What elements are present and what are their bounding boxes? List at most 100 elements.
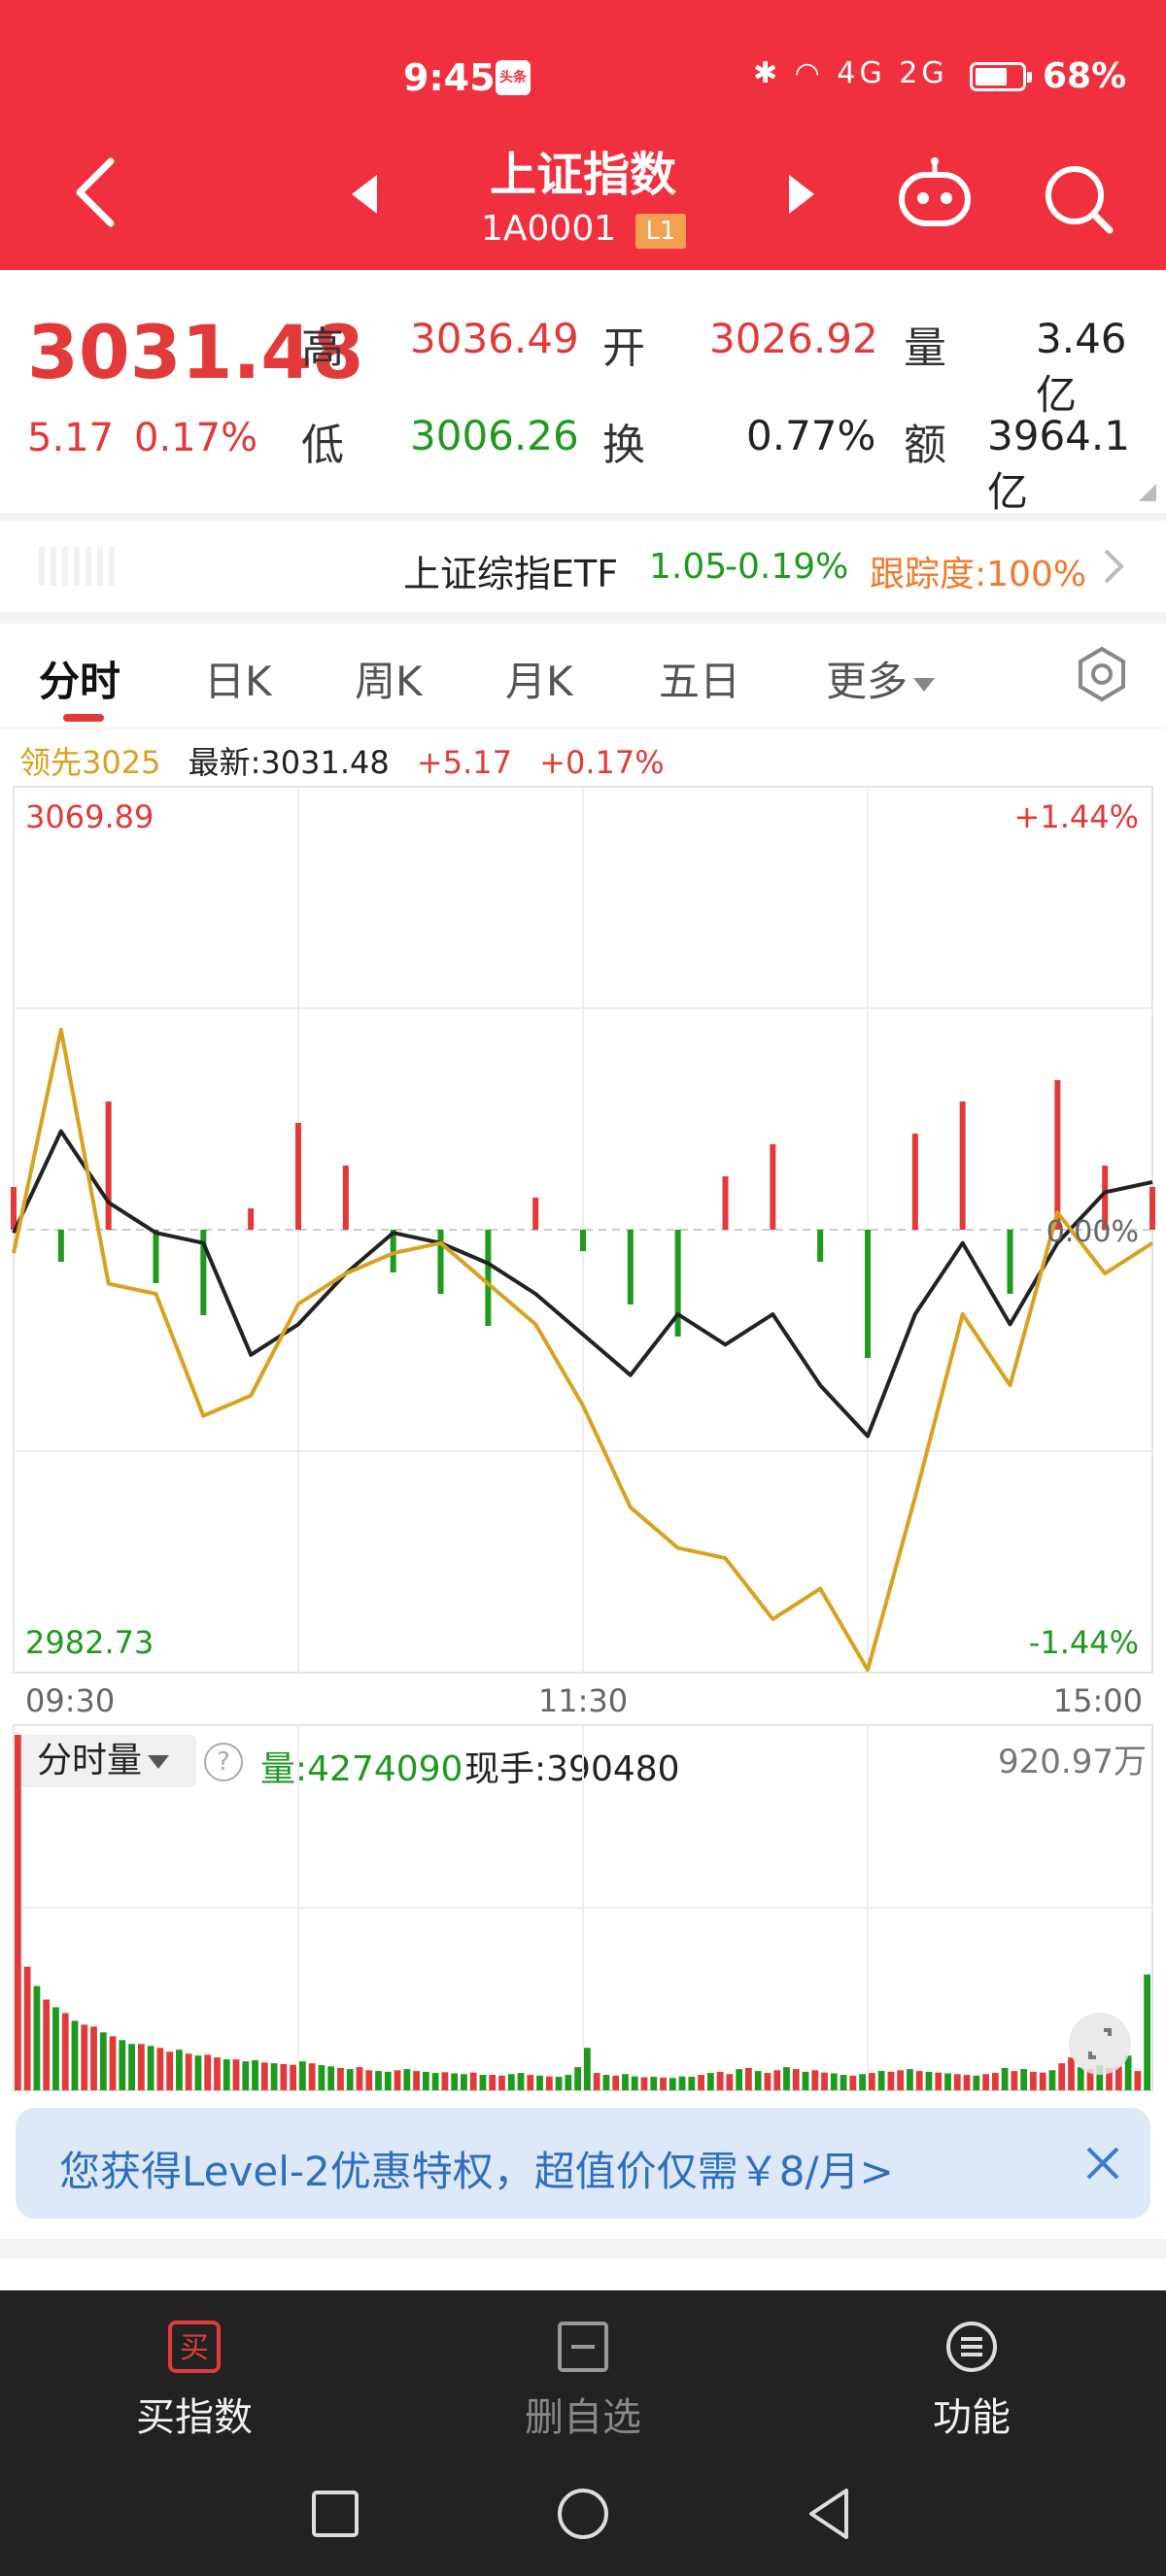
volume-bar-down: [517, 2073, 525, 2090]
volume-bar-up: [156, 2048, 164, 2090]
volume-bar-up: [109, 2036, 117, 2090]
volume-bar-down: [223, 2059, 230, 2090]
volume-bar-up: [612, 2075, 620, 2090]
volume-bar-up: [308, 2063, 316, 2090]
volume-bar-up: [185, 2053, 192, 2090]
volume-bar-up: [90, 2026, 97, 2090]
volume-bar-up: [640, 2077, 648, 2090]
volume-bar-down: [128, 2044, 135, 2090]
volume-bar-up: [811, 2070, 819, 2090]
remove-watchlist-label: 删自选: [525, 2395, 641, 2440]
volume-bar-down: [840, 2075, 847, 2090]
level2-promo-banner[interactable]: 您获得Level-2优惠特权，超值价仅需￥8/月>: [16, 2108, 1150, 2219]
volume-bar-down: [33, 1985, 41, 2090]
volume-bar-up: [441, 2072, 449, 2090]
volume-bar-up: [935, 2072, 943, 2090]
volume-bar-down: [479, 2075, 487, 2090]
bottom-toolbar: 买 买指数 删自选 功能: [0, 2290, 1166, 2456]
functions-button[interactable]: 功能: [777, 2290, 1166, 2456]
volume-bar-up: [773, 2070, 781, 2090]
volume-bar-up: [23, 1966, 31, 2090]
volume-bar-down: [602, 2075, 610, 2090]
volume-bar-down: [422, 2071, 429, 2090]
volume-bar-down: [318, 2065, 326, 2090]
volume-bar-down: [451, 2073, 459, 2090]
volume-bar-up: [698, 2075, 704, 2090]
volume-bar-down: [327, 2066, 335, 2090]
functions-label: 功能: [933, 2395, 1011, 2440]
volume-bar-up: [1011, 2071, 1018, 2090]
volume-bar-up: [413, 2071, 420, 2090]
volume-bar-up: [356, 2067, 363, 2090]
volume-bar-down: [907, 2069, 913, 2090]
volume-bar-down: [194, 2055, 202, 2090]
system-nav-bar: [0, 2456, 1166, 2576]
fullscreen-icon[interactable]: [1069, 2013, 1131, 2075]
volume-bar-down: [1077, 2067, 1084, 2090]
volume-bar-up: [137, 2044, 145, 2090]
volume-bar-down: [1144, 1974, 1150, 2090]
volume-chart[interactable]: [0, 0, 1166, 2098]
volume-bar-down: [1048, 2070, 1056, 2090]
volume-bar-up: [1068, 2057, 1075, 2090]
volume-bar-down: [507, 2074, 515, 2090]
volume-bar-up: [963, 2075, 971, 2090]
volume-bar-up: [1058, 2063, 1066, 2090]
volume-bar-down: [252, 2059, 258, 2090]
volume-bar-down: [119, 2040, 126, 2090]
volume-bar-up: [498, 2075, 505, 2090]
volume-bar-down: [877, 2071, 885, 2090]
volume-bar-down: [678, 2076, 686, 2090]
volume-bar-down: [71, 2020, 79, 2090]
recent-apps-icon[interactable]: [306, 2485, 364, 2543]
volume-bar-down: [1001, 2067, 1009, 2090]
volume-bar-down: [461, 2074, 467, 2090]
volume-bar-up: [43, 1999, 51, 2090]
volume-bar-down: [431, 2073, 439, 2090]
remove-watchlist-button[interactable]: 删自选: [389, 2290, 777, 2456]
volume-bar-down: [736, 2069, 743, 2090]
close-icon[interactable]: [1082, 2143, 1123, 2184]
volume-bar-down: [242, 2061, 250, 2090]
volume-bar-down: [830, 2073, 838, 2090]
home-icon[interactable]: [554, 2485, 612, 2543]
volume-bar-up: [15, 1735, 21, 2090]
volume-bar-up: [660, 2077, 667, 2090]
buy-icon-glyph: 买: [180, 2331, 209, 2365]
volume-bar-up: [365, 2070, 373, 2090]
back-triangle-icon[interactable]: [802, 2485, 860, 2543]
volume-bar-up: [915, 2071, 923, 2090]
volume-bar-down: [631, 2076, 638, 2090]
volume-bar-down: [299, 2061, 306, 2090]
volume-bar-down: [944, 2073, 951, 2090]
volume-bar-up: [527, 2075, 534, 2090]
volume-bar-up: [1030, 2071, 1037, 2090]
volume-bar-down: [754, 2071, 762, 2090]
volume-bar-down: [688, 2077, 696, 2090]
volume-bar-up: [280, 2063, 288, 2090]
buy-icon: 买: [168, 2321, 221, 2373]
volume-bar-down: [555, 2077, 563, 2090]
volume-bar-down: [622, 2074, 629, 2090]
volume-bar-down: [1020, 2069, 1028, 2090]
volume-bar-up: [166, 2051, 174, 2090]
volume-bar-up: [61, 2013, 69, 2090]
volume-bar-down: [973, 2075, 980, 2090]
volume-bar-up: [897, 2070, 905, 2090]
volume-bar-down: [584, 2048, 591, 2090]
volume-bar-down: [384, 2071, 392, 2090]
volume-bar-down: [52, 2007, 59, 2090]
volume-bar-down: [375, 2071, 382, 2090]
buy-index-button[interactable]: 买 买指数: [0, 2290, 389, 2456]
volume-bar-down: [706, 2073, 714, 2090]
volume-bar-down: [176, 2050, 183, 2090]
divider: [0, 2239, 1166, 2258]
volume-bar-up: [469, 2072, 477, 2090]
buy-index-label: 买指数: [136, 2395, 253, 2440]
volume-bar-up: [764, 2073, 772, 2090]
volume-bar-up: [821, 2072, 828, 2090]
volume-bar-down: [403, 2069, 411, 2090]
volume-bar-up: [545, 2076, 553, 2090]
promo-text: 您获得Level-2优惠特权，超值价仅需￥8/月>: [59, 2148, 894, 2195]
volume-bar-up: [394, 2070, 401, 2090]
